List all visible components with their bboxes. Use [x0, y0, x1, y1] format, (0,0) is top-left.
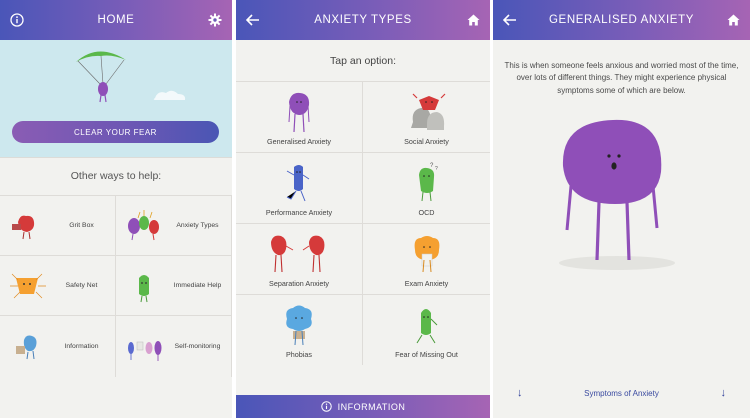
option-label: OCD	[418, 208, 435, 217]
home-icon[interactable]	[718, 0, 748, 40]
tile-label: Information	[64, 342, 99, 350]
option-social-anxiety[interactable]: Social Anxiety	[363, 81, 490, 152]
immediate-help-character	[139, 275, 149, 303]
generalised-anxiety-header: GENERALISED ANXIETY	[493, 0, 750, 40]
information-bar[interactable]: INFORMATION	[236, 395, 490, 418]
information-character	[16, 335, 37, 360]
grit-box-character	[12, 215, 35, 240]
tile-label: Safety Net	[65, 281, 98, 289]
option-phobias[interactable]: Phobias	[236, 294, 363, 365]
info-icon	[320, 401, 332, 412]
tile-label: Immediate Help	[173, 281, 222, 289]
back-arrow-icon[interactable]	[495, 0, 525, 40]
option-label: Social Anxiety	[404, 137, 449, 146]
tile-anxiety-types[interactable]: Anxiety Types	[116, 195, 232, 255]
divider	[0, 157, 232, 158]
arrow-down-icon: ↓	[720, 387, 726, 399]
svg-text:?: ?	[430, 163, 434, 169]
info-icon[interactable]	[2, 0, 32, 40]
orange-character-with-paper	[414, 236, 439, 273]
tile-label: Anxiety Types	[176, 221, 219, 229]
option-generalised-anxiety[interactable]: Generalised Anxiety	[236, 81, 363, 152]
other-ways-heading: Other ways to help:	[70, 170, 162, 182]
tap-option-prompt: Tap an option:	[330, 55, 396, 67]
clear-your-fear-button[interactable]: CLEAR YOUR FEAR	[12, 121, 219, 143]
anxiety-types-characters	[128, 210, 159, 241]
red-pair-characters	[271, 235, 325, 273]
generalised-anxiety-screen: GENERALISED ANXIETY This is when someone…	[493, 0, 750, 418]
anxiety-types-header: ANXIETY TYPES	[236, 0, 490, 40]
svg-text:?: ?	[435, 166, 438, 172]
symptoms-label: Symptoms of Anxiety	[584, 388, 659, 398]
blue-dancing-character	[286, 165, 310, 202]
page-title: ANXIETY TYPES	[314, 14, 412, 26]
description-text: This is when someone feels anxious and w…	[504, 61, 739, 95]
generalised-anxiety-character	[562, 119, 662, 261]
option-label: Phobias	[286, 350, 312, 359]
tile-self-monitoring[interactable]: Self-monitoring	[116, 315, 232, 377]
page-title: HOME	[97, 14, 135, 26]
option-performance-anxiety[interactable]: Performance Anxiety	[236, 152, 363, 223]
tile-safety-net[interactable]: Safety Net	[0, 255, 116, 315]
blue-fluffy-character	[286, 305, 312, 346]
option-separation-anxiety[interactable]: Separation Anxiety	[236, 223, 363, 294]
back-arrow-icon[interactable]	[238, 0, 268, 40]
home-screen: HOME CLEAR YOUR FEAR Other ways to help:…	[0, 0, 232, 418]
option-fear-of-missing-out[interactable]: Fear of Missing Out	[363, 294, 490, 365]
home-header: HOME	[0, 0, 232, 40]
information-bar-label: INFORMATION	[337, 401, 406, 412]
purple-blob-character	[288, 92, 310, 133]
option-label: Generalised Anxiety	[267, 137, 331, 146]
option-label: Exam Anxiety	[404, 279, 449, 288]
tile-label: Grit Box	[69, 221, 94, 229]
tile-immediate-help[interactable]: Immediate Help	[116, 255, 232, 315]
option-label: Performance Anxiety	[265, 208, 333, 217]
green-sitting-character	[416, 309, 437, 344]
self-monitoring-characters	[128, 341, 162, 361]
gear-icon[interactable]	[200, 0, 230, 40]
red-character-with-rocks	[410, 93, 445, 130]
option-ocd[interactable]: ? ? OCD	[363, 152, 490, 223]
green-confused-character: ? ?	[418, 163, 438, 202]
option-label: Separation Anxiety	[269, 279, 329, 288]
safety-net-character	[10, 273, 46, 299]
tile-information[interactable]: Information	[0, 315, 116, 377]
anxiety-types-screen: ANXIETY TYPES Tap an option: Generalised…	[236, 0, 490, 418]
page-title: GENERALISED ANXIETY	[549, 14, 694, 26]
tile-grit-box[interactable]: Grit Box	[0, 195, 116, 255]
tile-label: Self-monitoring	[174, 342, 221, 350]
symptoms-link[interactable]: ↓ Symptoms of Anxiety ↓	[493, 383, 750, 403]
option-label: Fear of Missing Out	[395, 350, 458, 359]
arrow-down-icon: ↓	[517, 387, 523, 399]
option-exam-anxiety[interactable]: Exam Anxiety	[363, 223, 490, 294]
home-icon[interactable]	[458, 0, 488, 40]
